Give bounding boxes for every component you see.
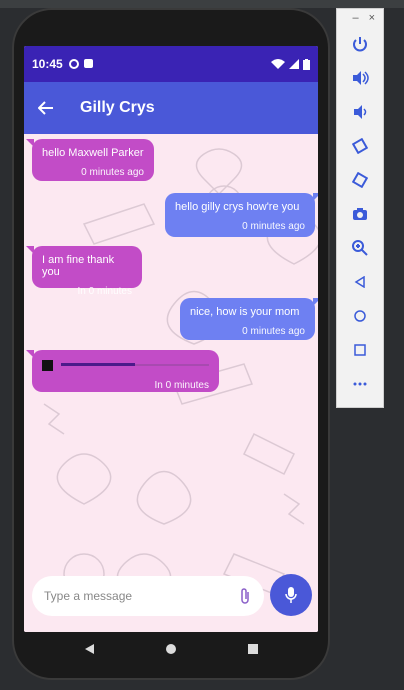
chat-area[interactable]: hello Maxwell Parker 0 minutes ago hello… bbox=[24, 134, 318, 632]
message-time: In 0 minutes bbox=[77, 286, 132, 297]
emulator-home-button[interactable] bbox=[337, 299, 383, 333]
message-bubble-outgoing[interactable]: nice, how is your mom 0 minutes ago bbox=[180, 298, 318, 340]
camera-icon bbox=[353, 208, 367, 220]
status-notification-icons bbox=[68, 59, 93, 69]
back-button[interactable] bbox=[26, 88, 66, 128]
signal-icon bbox=[289, 59, 299, 69]
volume-down-button[interactable] bbox=[337, 95, 383, 129]
rotate-left-button[interactable] bbox=[337, 129, 383, 163]
status-system-icons bbox=[271, 58, 310, 70]
status-time: 10:45 bbox=[32, 57, 63, 71]
minimize-button[interactable]: – bbox=[352, 12, 358, 24]
home-icon bbox=[354, 310, 366, 322]
triangle-back-icon[interactable] bbox=[83, 643, 95, 655]
close-button[interactable]: × bbox=[369, 12, 375, 24]
system-nav-bar bbox=[24, 632, 318, 666]
square-recents-icon[interactable] bbox=[247, 643, 259, 655]
emulator-back-button[interactable] bbox=[337, 265, 383, 299]
notification-icon bbox=[68, 59, 79, 69]
message-bubble-incoming[interactable]: hello Maxwell Parker 0 minutes ago bbox=[26, 139, 154, 181]
emulator-toolbar: – × bbox=[336, 8, 384, 408]
overview-icon bbox=[354, 344, 366, 356]
zoom-icon bbox=[352, 240, 368, 256]
message-time: 0 minutes ago bbox=[81, 167, 144, 178]
message-time: In 0 minutes bbox=[154, 380, 209, 391]
microphone-icon bbox=[285, 587, 297, 603]
message-input[interactable] bbox=[44, 589, 238, 603]
rotate-right-button[interactable] bbox=[337, 163, 383, 197]
volume-up-button[interactable] bbox=[337, 61, 383, 95]
volume-up-icon bbox=[353, 71, 369, 85]
message-text: I am fine thank you bbox=[42, 254, 115, 278]
power-icon bbox=[353, 37, 367, 52]
message-composer bbox=[32, 576, 264, 616]
more-icon bbox=[353, 382, 367, 386]
message-text: nice, how is your mom bbox=[190, 306, 300, 318]
audio-progress-track[interactable] bbox=[61, 363, 209, 366]
ide-tab-strip bbox=[0, 0, 404, 8]
audio-player bbox=[42, 358, 209, 372]
emulator-more-button[interactable] bbox=[337, 367, 383, 401]
screenshot-button[interactable] bbox=[337, 197, 383, 231]
arrow-left-icon bbox=[38, 101, 53, 115]
back-icon bbox=[354, 276, 365, 288]
message-time: 0 minutes ago bbox=[242, 221, 305, 232]
mic-button[interactable] bbox=[270, 574, 312, 616]
rotate-right-icon bbox=[352, 172, 368, 188]
circle-home-icon[interactable] bbox=[165, 643, 177, 655]
rotate-left-icon bbox=[352, 138, 368, 154]
stop-icon[interactable] bbox=[42, 359, 53, 371]
zoom-button[interactable] bbox=[337, 231, 383, 265]
device-screen: 10:45 Gilly Crys hello Maxwell Parker 0 … bbox=[24, 46, 318, 632]
message-bubble-outgoing[interactable]: hello gilly crys how're you 0 minutes ag… bbox=[165, 193, 318, 237]
emulator-overview-button[interactable] bbox=[337, 333, 383, 367]
battery-icon bbox=[303, 58, 310, 70]
audio-progress-fill bbox=[61, 363, 135, 366]
sd-card-icon bbox=[83, 59, 93, 68]
volume-down-icon bbox=[354, 105, 367, 119]
message-bubble-incoming[interactable]: I am fine thank you In 0 minutes bbox=[26, 246, 142, 297]
contact-name: Gilly Crys bbox=[80, 99, 155, 116]
message-text: hello gilly crys how're you bbox=[175, 201, 300, 213]
message-text: hello Maxwell Parker bbox=[42, 147, 144, 159]
status-bar: 10:45 bbox=[24, 46, 318, 82]
emulator-window-controls: – × bbox=[337, 9, 383, 27]
paperclip-icon[interactable] bbox=[238, 587, 252, 605]
app-bar: Gilly Crys bbox=[24, 82, 318, 134]
audio-message-bubble[interactable]: In 0 minutes bbox=[26, 350, 219, 392]
message-time: 0 minutes ago bbox=[242, 326, 305, 337]
power-button[interactable] bbox=[337, 27, 383, 61]
wifi-icon bbox=[271, 59, 285, 69]
